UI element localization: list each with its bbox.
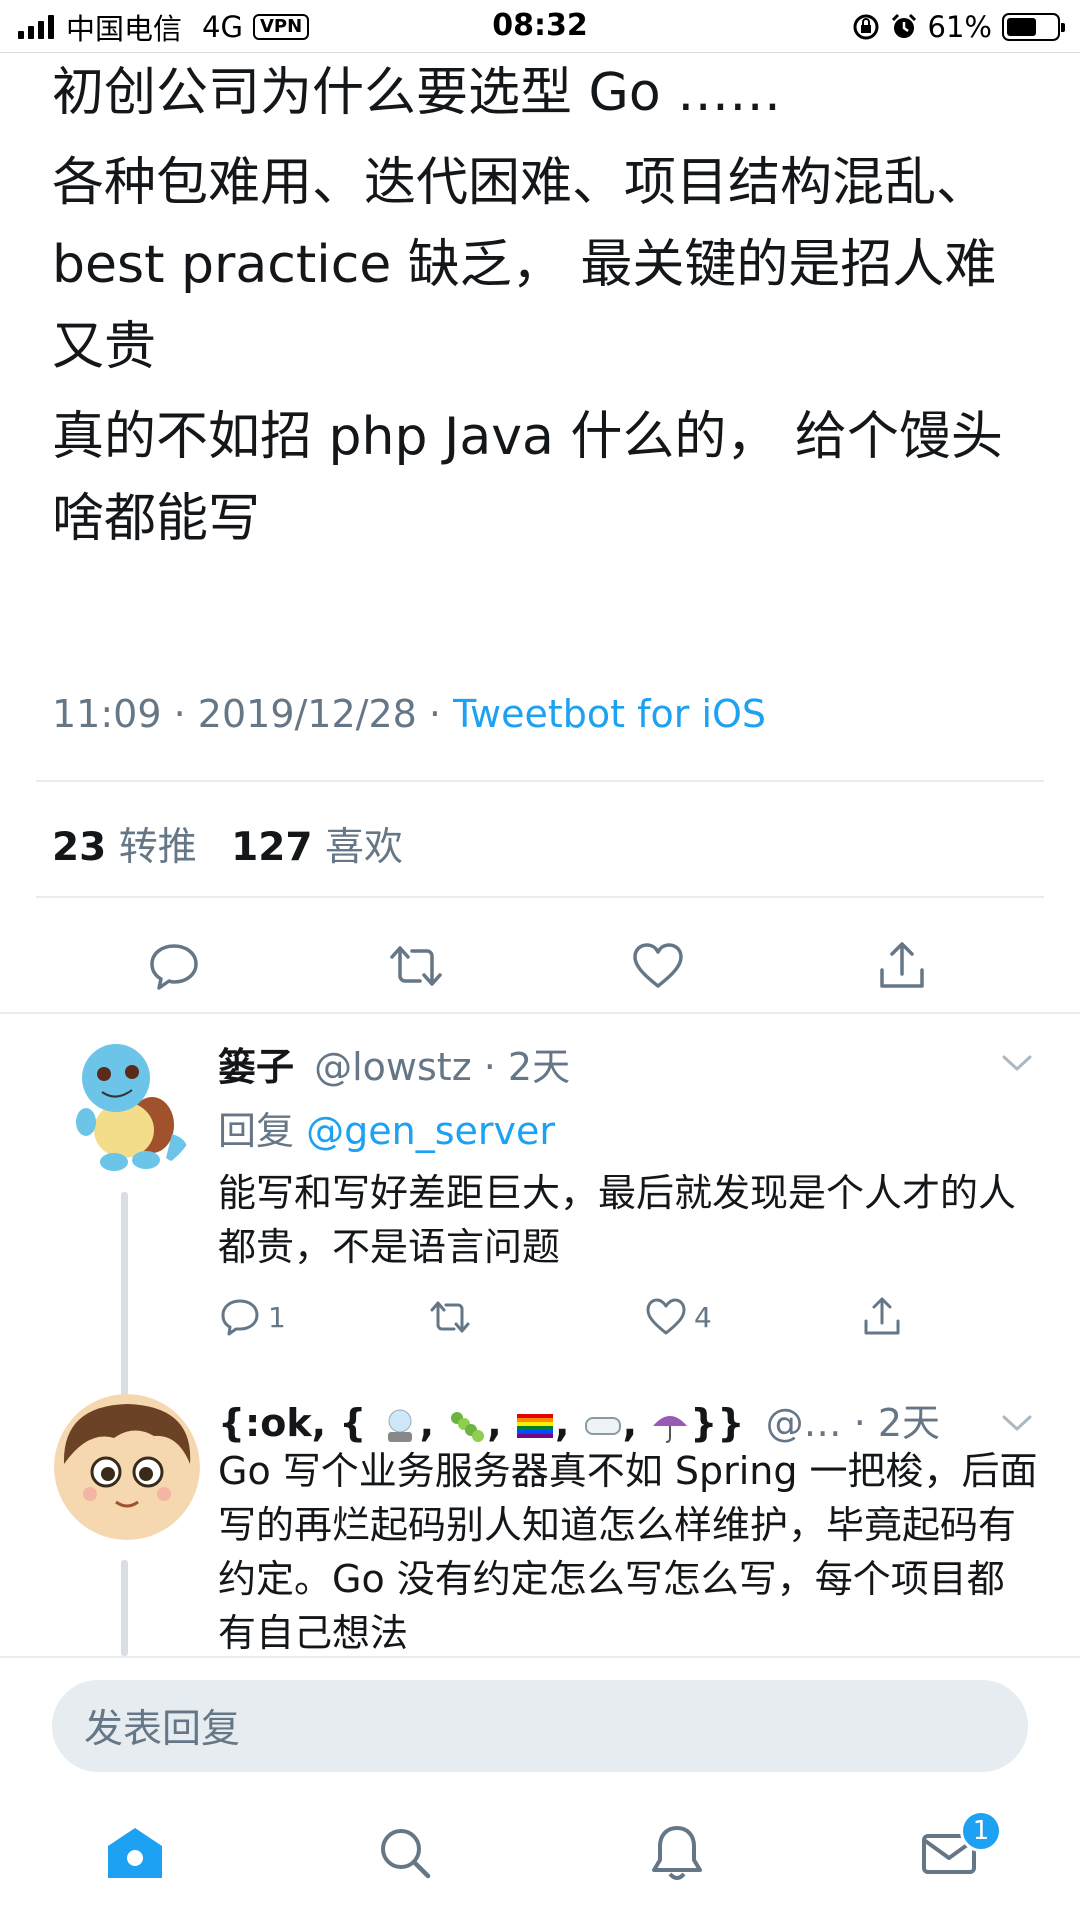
- divider: [0, 1012, 1080, 1014]
- avatar[interactable]: [54, 1394, 200, 1540]
- reply-input[interactable]: 发表回复: [52, 1680, 1028, 1772]
- goggles-emoji-icon: [583, 1406, 623, 1446]
- reply-time: · 2天: [853, 1401, 941, 1445]
- status-right: 61%: [852, 8, 1065, 46]
- share-icon: [864, 1297, 900, 1335]
- reply-header: {:ok, { , , , , }} @… · 2天: [218, 1392, 940, 1447]
- tweet-date: 2019/12/28: [197, 692, 417, 736]
- reply-to-link[interactable]: @gen_server: [306, 1109, 555, 1153]
- thread-line: [121, 1560, 128, 1656]
- retweet-action[interactable]: [428, 1292, 472, 1342]
- reply-icon: [221, 1299, 259, 1336]
- replying-to: 回复 @gen_server: [218, 1100, 555, 1155]
- divider: [36, 896, 1044, 898]
- retweet-icon: [430, 1301, 470, 1333]
- reply-prefix: 回复: [218, 1109, 295, 1153]
- search-icon[interactable]: [374, 1822, 436, 1884]
- author-name[interactable]: 篓子: [218, 1045, 294, 1089]
- battery-percent: 61%: [927, 10, 992, 44]
- author-name[interactable]: {:ok, { , , , , }}: [218, 1401, 758, 1445]
- retweet-icon[interactable]: [388, 938, 444, 994]
- home-icon[interactable]: [104, 1822, 166, 1884]
- bottom-panel: 发表回复 1: [0, 1656, 1080, 1920]
- author-handle[interactable]: @lowstz: [314, 1045, 472, 1089]
- chevron-down-icon[interactable]: [1000, 1412, 1034, 1434]
- reply-actions: 1 4: [218, 1292, 938, 1342]
- battery-fill: [1007, 18, 1037, 36]
- retweets-stat[interactable]: 23 转推: [52, 825, 197, 870]
- chevron-down-icon[interactable]: [1000, 1052, 1034, 1074]
- reply-count: 1: [268, 1300, 286, 1334]
- alarm-icon: [891, 13, 916, 38]
- avatar[interactable]: [54, 1030, 200, 1176]
- reply-header: 篓子 @lowstz · 2天: [218, 1036, 570, 1091]
- like-action[interactable]: 4: [644, 1292, 712, 1342]
- reply-time: · 2天: [483, 1045, 571, 1089]
- reply-text: Go 写个业务服务器真不如 Spring 一把梭，后面写的再烂起码别人知道怎么样…: [218, 1449, 1038, 1655]
- notifications-icon[interactable]: [646, 1822, 708, 1884]
- tweet-line: 真的不如招 php Java 什么的， 给个馒头啥都能写: [52, 407, 1003, 549]
- status-bar: 中国电信 4G VPN 08:32 61%: [0, 0, 1080, 52]
- tweet-line: 各种包难用、迭代困难、项目结构混乱、best practice 缺乏， 最关键的…: [52, 153, 997, 377]
- likes-stat[interactable]: 127 喜欢: [231, 825, 403, 870]
- messages-badge: 1: [960, 1810, 1002, 1852]
- rainbow-flag-icon: [515, 1406, 555, 1446]
- tweet-detail-screen: 中国电信 4G VPN 08:32 61% 初创公司为什么要选型 Go …… 各…: [0, 0, 1080, 1920]
- battery-icon: [1002, 13, 1065, 41]
- tweet-line: 初创公司为什么要选型 Go ……: [52, 63, 782, 123]
- thread-line: [121, 1192, 128, 1396]
- tweet-meta: 11:09 · 2019/12/28 · Tweetbot for iOS: [52, 692, 766, 736]
- reply-icon[interactable]: [146, 938, 202, 994]
- tweet-actions: [0, 920, 1080, 1010]
- like-icon[interactable]: [630, 938, 686, 994]
- like-icon: [646, 1298, 686, 1335]
- share-action[interactable]: [860, 1292, 904, 1342]
- reply-action[interactable]: 1: [218, 1292, 286, 1342]
- tweet-text: 初创公司为什么要选型 Go …… 各种包难用、迭代困难、项目结构混乱、best …: [52, 52, 1042, 568]
- tweet-time: 11:09: [52, 692, 162, 736]
- reply-placeholder: 发表回复: [84, 1707, 241, 1752]
- tweet-stats: 23 转推 127 喜欢: [52, 816, 425, 872]
- meta-separator: ·: [428, 692, 442, 736]
- mage-emoji-icon: [380, 1406, 420, 1446]
- orientation-lock-icon: [853, 14, 879, 40]
- author-handle[interactable]: @…: [766, 1401, 842, 1445]
- like-count: 4: [694, 1300, 712, 1334]
- meta-separator: ·: [173, 692, 186, 736]
- divider: [36, 780, 1044, 782]
- reply-text: 能写和写好差距巨大，最后就发现是个人才的人都贵，不是语言问题: [218, 1171, 1017, 1269]
- tab-bar: 1: [0, 1794, 1080, 1914]
- client-link[interactable]: Tweetbot for iOS: [453, 692, 766, 736]
- bug-emoji-icon: [447, 1406, 487, 1446]
- share-icon[interactable]: [874, 938, 930, 994]
- umbrella-emoji-icon: [650, 1406, 690, 1446]
